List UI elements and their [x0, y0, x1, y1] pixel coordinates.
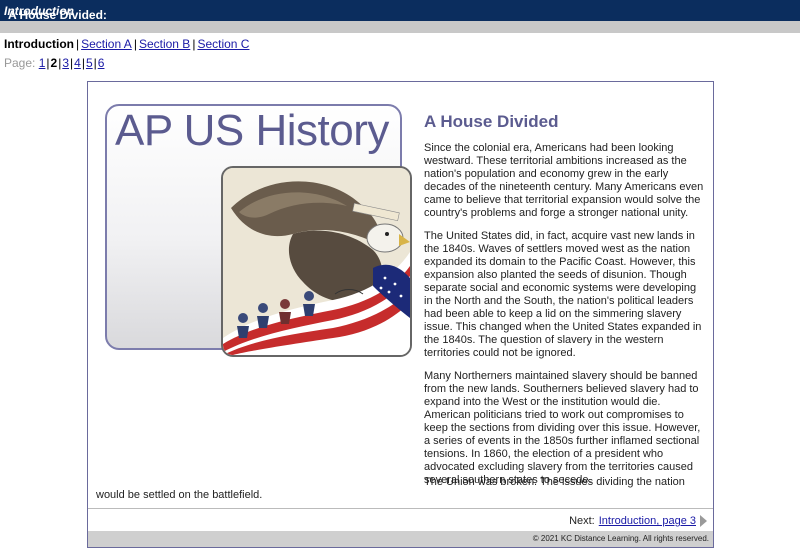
article-paragraph-2: The United States did, in fact, acquire …: [424, 230, 702, 359]
page-link-6[interactable]: 6: [98, 56, 105, 70]
section-link-b[interactable]: Section B: [139, 37, 190, 51]
article-paragraph-1: Since the colonial era, Americans had be…: [424, 142, 704, 219]
page-link-3[interactable]: 3: [62, 56, 69, 70]
next-page-link[interactable]: Introduction, page 3: [599, 515, 696, 527]
next-arrow-icon[interactable]: [700, 515, 707, 527]
eagle-flag-image: [223, 168, 410, 355]
next-page-nav: Next: Introduction, page 3: [569, 515, 707, 527]
page-label: Page:: [4, 56, 36, 70]
article-heading: A House Divided: [424, 112, 559, 131]
next-label: Next:: [569, 515, 595, 527]
page-link-5[interactable]: 5: [86, 56, 93, 70]
article-body: A House Divided Since the colonial era, …: [424, 112, 704, 497]
app-title: A House Divided: Introduction: [4, 4, 107, 22]
app-title-bar: A House Divided: Introduction: [0, 0, 800, 22]
article-paragraph-3: Many Northerners maintained slavery shou…: [424, 370, 701, 486]
section-link-c[interactable]: Section C: [197, 37, 249, 51]
copyright-text: © 2021 KC Distance Learning. All rights …: [532, 534, 709, 543]
article-paragraph-4: The Union was broken. The issues dividin…: [96, 476, 685, 501]
section-navigation: Introduction | Section A | Section B | Section…: [4, 37, 250, 51]
footer-bar: © 2021 KC Distance Learning. All rights …: [88, 531, 713, 547]
course-title: AP US History: [115, 106, 389, 155]
nav-divider: [88, 508, 713, 509]
section-link-a[interactable]: Section A: [81, 37, 132, 51]
page-link-4[interactable]: 4: [74, 56, 81, 70]
header-divider-bar: [0, 21, 800, 33]
section-current: Introduction: [4, 37, 74, 51]
page-navigation: Page: 1|2|3|4|5|6: [4, 56, 105, 70]
content-panel: AP US History A House Divided Since the …: [87, 81, 714, 548]
eagle-illustration: [221, 166, 412, 357]
